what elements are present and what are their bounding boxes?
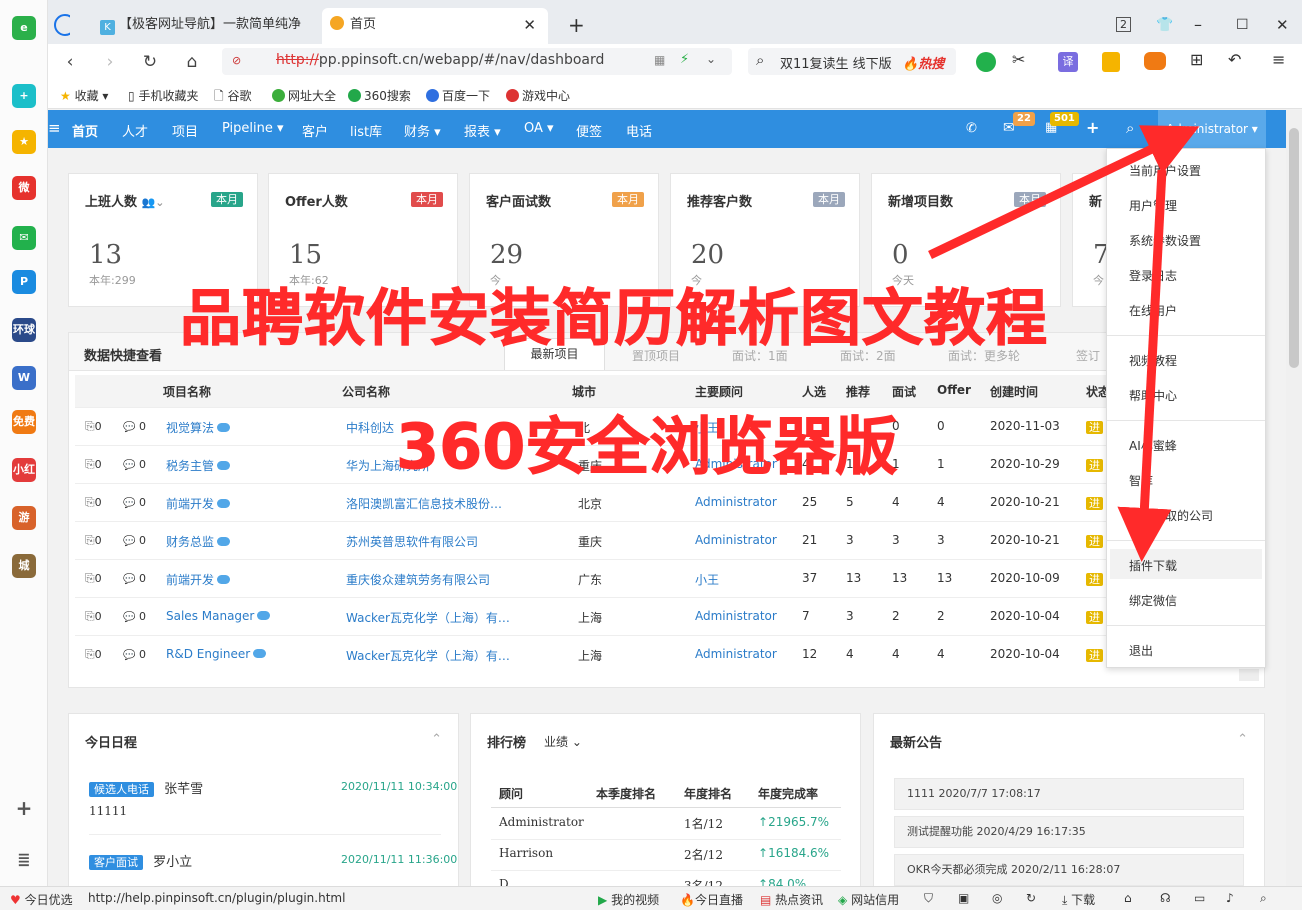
- image-icon[interactable]: ▣: [958, 891, 969, 905]
- download[interactable]: ⤓ 下载: [1062, 891, 1095, 908]
- speed-icon[interactable]: ◎: [992, 891, 1002, 905]
- window-icon[interactable]: ▭: [1194, 891, 1205, 905]
- refresh-icon[interactable]: ↻: [1026, 891, 1036, 905]
- browser-statusbar: ♥ 今日优选 http://help.pinpinsoft.cn/plugin/…: [0, 886, 1302, 910]
- arrow-to-admin: [928, 125, 1200, 260]
- shield-icon[interactable]: ⛉: [924, 891, 933, 906]
- cleanup-icon[interactable]: ⌂: [1124, 891, 1132, 905]
- status-url: http://help.pinpinsoft.cn/plugin/plugin.…: [88, 891, 346, 905]
- today-picks[interactable]: ♥ 今日优选: [10, 891, 73, 908]
- sound-icon[interactable]: ♪: [1226, 891, 1234, 905]
- today-live[interactable]: 🔥今日直播: [680, 891, 743, 908]
- site-credit[interactable]: ◈ 网站信用: [838, 891, 899, 908]
- arrow-to-plugin: [1117, 169, 1172, 562]
- my-video[interactable]: ▶ 我的视频: [598, 891, 659, 908]
- hot-news[interactable]: ▤ 热点资讯: [760, 891, 823, 908]
- headset-icon[interactable]: ☊: [1160, 891, 1171, 905]
- annotation-arrows: [928, 125, 1200, 562]
- zoom-icon[interactable]: ⌕: [1260, 891, 1267, 906]
